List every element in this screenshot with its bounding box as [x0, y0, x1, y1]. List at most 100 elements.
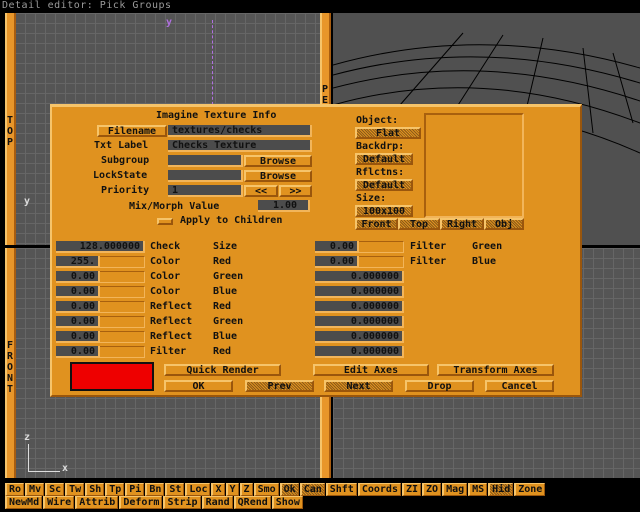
ok-button[interactable]: OK: [164, 380, 233, 392]
toolbar-button-smo[interactable]: Smo: [253, 483, 279, 496]
top-viewport-label: TOP: [6, 115, 14, 148]
toolbar-button-loc[interactable]: Loc: [185, 483, 211, 496]
toolbar-button-strip[interactable]: Strip: [163, 496, 201, 509]
param-name: Reflect: [150, 316, 193, 327]
param-value-field[interactable]: 0.00: [56, 316, 100, 328]
priority-field[interactable]: 1: [168, 185, 243, 197]
toolbar-button-shft[interactable]: Shft: [325, 483, 357, 496]
param-channel: Green: [213, 316, 244, 327]
subgroup-browse-button[interactable]: Browse: [244, 155, 312, 167]
view-right-button[interactable]: Right: [440, 218, 484, 230]
perspective-viewport-label: PE: [321, 84, 329, 106]
toolbar-button-show[interactable]: Show: [271, 496, 303, 509]
toolbar-button-ok[interactable]: Ok: [279, 483, 299, 496]
view-top-button[interactable]: Top: [398, 218, 440, 230]
toolbar-button-ms[interactable]: MS: [468, 483, 488, 496]
toolbar-button-wire[interactable]: Wire: [43, 496, 75, 509]
toolbar-button-rand[interactable]: Rand: [201, 496, 233, 509]
toolbar-button-deform[interactable]: Deform: [119, 496, 163, 509]
mix-morph-field[interactable]: 1.00: [258, 200, 310, 212]
object-label: Object:: [356, 115, 399, 126]
param-value-field[interactable]: 0.00: [56, 271, 100, 283]
quick-render-button[interactable]: Quick Render: [164, 364, 281, 376]
prev-button[interactable]: Prev: [245, 380, 314, 392]
toolbar-button-zi[interactable]: ZI: [401, 483, 422, 496]
backdrop-button[interactable]: Default: [355, 153, 413, 165]
texture-preview: [424, 113, 524, 218]
toolbar-button-mv[interactable]: Mv: [25, 483, 45, 496]
filename-field[interactable]: textures/checks: [168, 125, 312, 137]
param-value-field[interactable]: 0.00: [315, 256, 359, 268]
toolbar-button-tw[interactable]: Tw: [65, 483, 85, 496]
toolbar-button-zo[interactable]: ZO: [422, 483, 442, 496]
param-value-field[interactable]: 128.000000: [56, 241, 145, 253]
lockstate-browse-button[interactable]: Browse: [244, 170, 312, 182]
toolbar-row-2: NewMd Wire Attrib Deform Strip Rand QRend Show: [5, 496, 304, 509]
apply-children-label: Apply to Children: [180, 215, 283, 226]
object-button[interactable]: Flat: [355, 127, 421, 139]
toolbar-button-x[interactable]: X: [211, 483, 225, 496]
view-front-button[interactable]: Front: [355, 218, 398, 230]
param-value-field[interactable]: 0.000000: [315, 286, 404, 298]
toolbar-button-tp[interactable]: Tp: [105, 483, 125, 496]
reflections-button[interactable]: Default: [355, 179, 413, 191]
subgroup-field[interactable]: [168, 155, 243, 167]
toolbar-button-zone[interactable]: Zone: [514, 483, 546, 496]
toolbar-button-coords[interactable]: Coords: [357, 483, 401, 496]
edit-axes-button[interactable]: Edit Axes: [313, 364, 429, 376]
toolbar-button-attrib[interactable]: Attrib: [75, 496, 119, 509]
transform-axes-button[interactable]: Transform Axes: [437, 364, 554, 376]
param-value-field[interactable]: 0.000000: [315, 301, 404, 313]
param-value-field[interactable]: 0.00: [56, 331, 100, 343]
param-value-field[interactable]: 0.000000: [315, 316, 404, 328]
lockstate-field[interactable]: [168, 170, 243, 182]
cancel-button[interactable]: Cancel: [485, 380, 554, 392]
priority-label: Priority: [101, 185, 150, 196]
param-name: Color: [150, 256, 181, 267]
txt-label-field[interactable]: Checks Texture: [168, 140, 312, 152]
toolbar-button-mag[interactable]: Mag: [442, 483, 468, 496]
backdrop-label: Backdrp:: [356, 141, 405, 152]
priority-increase-button[interactable]: >>: [279, 185, 312, 197]
toolbar-button-z[interactable]: Z: [239, 483, 253, 496]
toolbar-button-pi[interactable]: Pi: [125, 483, 145, 496]
param-channel: Blue: [213, 286, 238, 297]
toolbar-button-st[interactable]: St: [165, 483, 185, 496]
param-value-field[interactable]: 0.00: [56, 286, 100, 298]
toolbar-button-newmd[interactable]: NewMd: [5, 496, 43, 509]
toolbar-button-ro[interactable]: Ro: [5, 483, 25, 496]
param-channel: Green: [472, 241, 503, 252]
toolbar-button-can[interactable]: Can: [299, 483, 325, 496]
param-name: Color: [150, 271, 181, 282]
size-button[interactable]: 100x100: [355, 205, 413, 217]
color-swatch[interactable]: [70, 362, 154, 391]
param-value-field[interactable]: 0.00: [315, 241, 359, 253]
param-value-field[interactable]: 0.00: [56, 346, 100, 358]
toolbar-button-hid[interactable]: Hid: [488, 483, 514, 496]
toolbar-button-bn[interactable]: Bn: [145, 483, 165, 496]
param-channel: Green: [213, 271, 244, 282]
next-button[interactable]: Next: [324, 380, 393, 392]
apply-children-checkbox[interactable]: [157, 218, 173, 225]
toolbar-row-1: Ro Mv Sc Tw Sh Tp Pi Bn St Loc X Y Z Smo Ok Can Shft Coor…: [5, 483, 546, 496]
param-value-field[interactable]: 0.000000: [315, 331, 404, 343]
axis-label-x: x: [62, 463, 69, 474]
dialog-title: Imagine Texture Info: [156, 110, 277, 121]
param-name: Reflect: [150, 331, 193, 342]
priority-decrease-button[interactable]: <<: [244, 185, 278, 197]
param-value-field[interactable]: 0.000000: [315, 346, 404, 358]
drop-button[interactable]: Drop: [405, 380, 474, 392]
toolbar-button-y[interactable]: Y: [225, 483, 239, 496]
param-value-field[interactable]: 255.: [56, 256, 100, 268]
filename-button[interactable]: Filename: [97, 125, 167, 137]
toolbar-button-sh[interactable]: Sh: [85, 483, 105, 496]
param-channel: Size: [213, 241, 238, 252]
param-value-field[interactable]: 0.00: [56, 301, 100, 313]
toolbar-button-sc[interactable]: Sc: [45, 483, 65, 496]
param-value-field[interactable]: 0.000000: [315, 271, 404, 283]
axis-label-y-top: y: [24, 196, 31, 207]
param-channel: Blue: [472, 256, 497, 267]
toolbar-button-qrend[interactable]: QRend: [233, 496, 271, 509]
axis-gizmo: [28, 444, 60, 472]
view-obj-button[interactable]: Obj: [484, 218, 524, 230]
